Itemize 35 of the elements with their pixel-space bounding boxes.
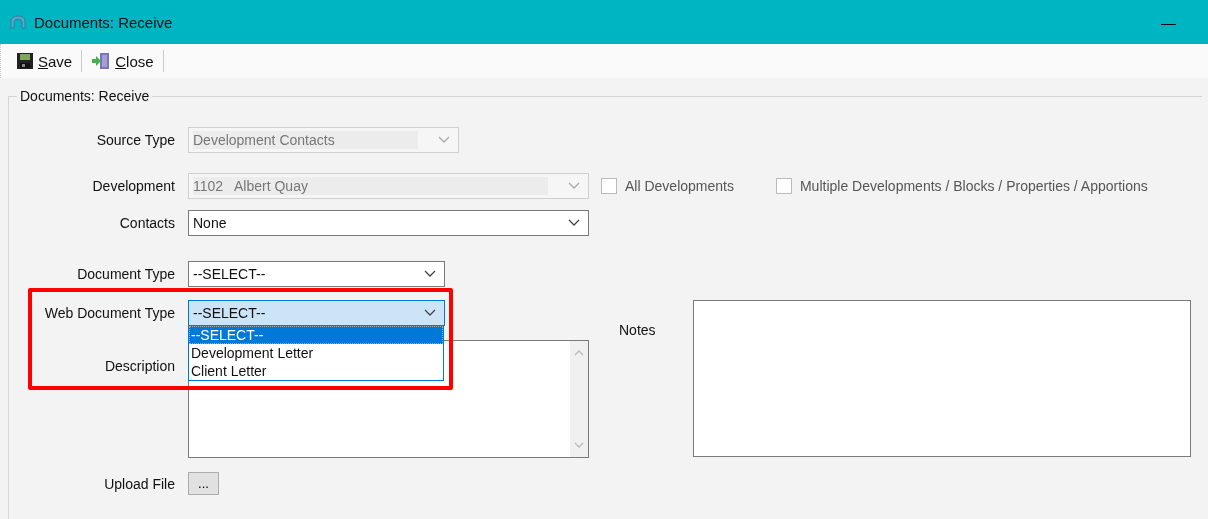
arch-icon	[10, 15, 26, 29]
checkbox[interactable]	[775, 178, 792, 194]
field-label: Development	[91, 178, 175, 194]
browse-button[interactable]: ...	[188, 472, 219, 495]
field-label: Upload File	[103, 475, 175, 492]
checkbox[interactable]	[601, 178, 617, 194]
field-label: Description	[103, 358, 175, 374]
scroll-up-icon[interactable]	[574, 349, 584, 356]
window-title: Documents: Receive	[34, 13, 173, 31]
dropdown-option[interactable]: --SELECT--	[189, 326, 443, 344]
contacts-dropdown[interactable]: None	[188, 210, 589, 236]
save-button[interactable]: Save	[13, 50, 76, 72]
chevron-icon	[438, 136, 450, 144]
document-type-dropdown[interactable]: --SELECT--	[188, 261, 445, 287]
checkbox-label: Multiple Developments / Blocks / Properties / Apportions	[799, 178, 1148, 194]
field-label: Contacts	[118, 215, 175, 231]
checkbox-label: All Developments	[625, 178, 734, 194]
chevron-icon	[568, 219, 580, 227]
field-label: Document Type	[76, 266, 175, 282]
notes-field[interactable]	[692, 300, 1191, 457]
dropdown-option[interactable]: Client Letter	[189, 362, 443, 380]
door-exit-icon	[91, 52, 112, 70]
field-label: Source Type	[95, 132, 175, 148]
chevron-icon	[424, 270, 436, 278]
web-document-type-dropdown[interactable]: --SELECT--	[188, 300, 445, 326]
group-title: Documents: Receive	[19, 88, 151, 104]
chevron-icon	[424, 309, 436, 317]
field-label: Notes	[619, 322, 656, 338]
chevron-icon	[568, 182, 580, 190]
minimize-button[interactable]: —	[1153, 13, 1184, 31]
scrollbar[interactable]	[570, 341, 588, 457]
close-button[interactable]: Close	[88, 50, 157, 72]
field-label: Web Document Type	[43, 305, 175, 321]
scroll-down-icon[interactable]	[574, 442, 584, 449]
dropdown-option[interactable]: Development Letter	[189, 344, 443, 362]
